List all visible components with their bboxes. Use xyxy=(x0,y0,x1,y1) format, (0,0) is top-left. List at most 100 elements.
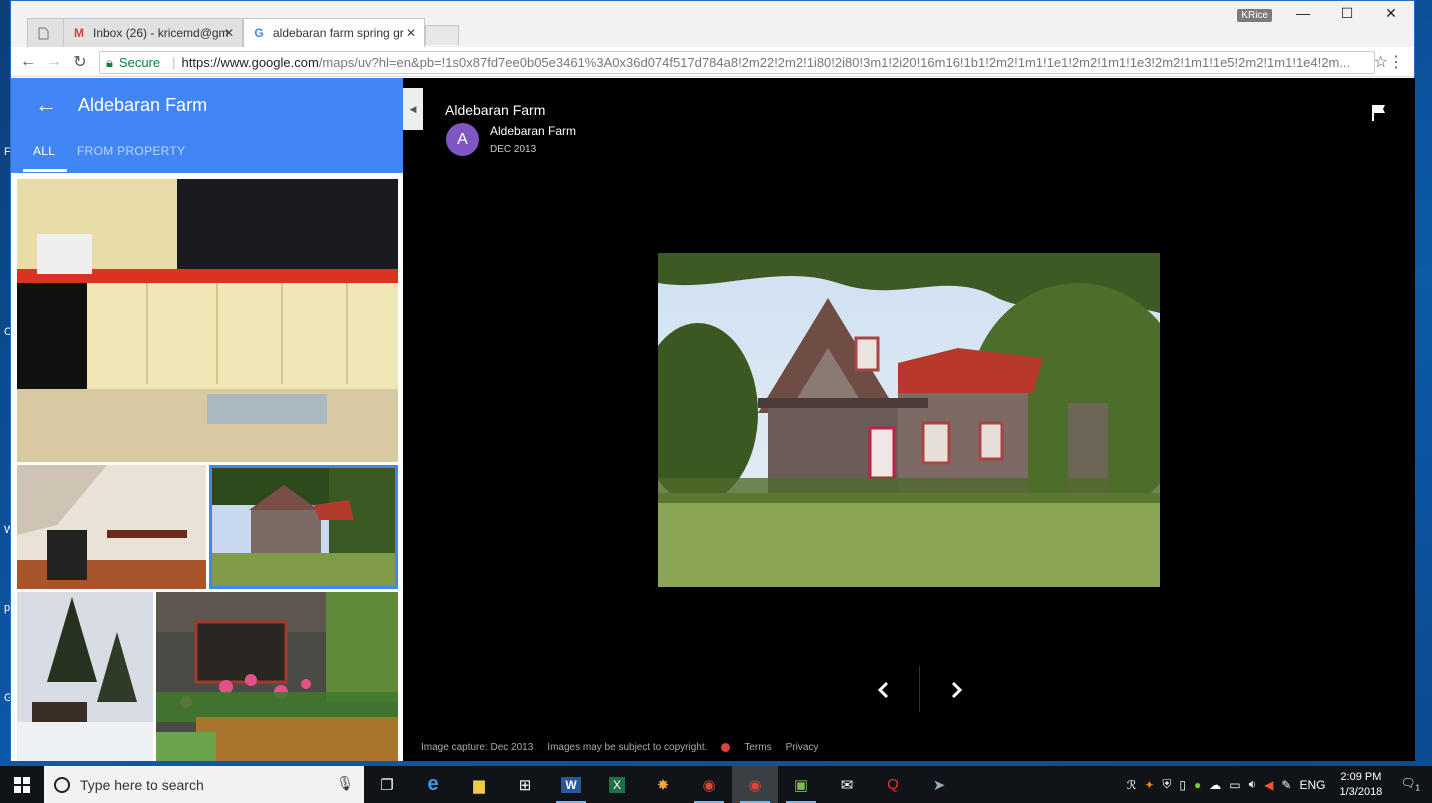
photo-thumbnail-room[interactable] xyxy=(17,465,206,589)
photo-panel: ← Aldebaran Farm ALL FROM PROPERTY xyxy=(11,78,403,761)
tab-all[interactable]: ALL xyxy=(33,144,55,158)
maximize-icon[interactable]: ☐ xyxy=(1332,5,1362,22)
chrome-icon[interactable]: ◉ xyxy=(732,766,778,803)
copyright-notice: Images may be subject to copyright. xyxy=(547,742,708,753)
room-photo xyxy=(17,465,206,589)
evernote-icon[interactable]: ▣ xyxy=(778,766,824,803)
divider xyxy=(919,666,920,712)
lock-icon: 🔒︎ xyxy=(106,54,113,70)
url-host: https://www.google.com xyxy=(181,55,319,70)
action-center-icon[interactable]: 🗨︎1 xyxy=(1400,776,1420,792)
edge-icon[interactable]: e xyxy=(410,766,456,803)
desktop-icon-labels: F C W p G xyxy=(0,0,14,760)
avatar[interactable]: A xyxy=(446,123,479,156)
secure-label: Secure xyxy=(118,55,161,70)
status-icon[interactable]: ● xyxy=(1194,778,1201,792)
photo-viewer: ◀ Aldebaran Farm A Aldebaran Farm DEC 20… xyxy=(403,78,1415,761)
minimize-icon[interactable]: — xyxy=(1288,5,1318,21)
windows-logo-icon xyxy=(14,776,30,793)
photo-thumbnail-winter[interactable] xyxy=(17,592,153,761)
back-arrow-icon[interactable]: ← xyxy=(35,92,57,118)
tab-from-property[interactable]: FROM PROPERTY xyxy=(77,144,185,158)
volume-icon[interactable]: 🔉︎ xyxy=(1249,777,1257,792)
collapse-panel-button[interactable]: ◀ xyxy=(403,88,423,130)
photo-author[interactable]: Aldebaran Farm xyxy=(490,124,576,138)
page-icon xyxy=(36,26,50,40)
photo-thumbnail-garden[interactable] xyxy=(156,592,398,761)
google-dot-icon xyxy=(721,743,731,752)
pen-icon[interactable]: ✎ xyxy=(1281,778,1291,792)
tab-label: Inbox (26) - kricemd@gm xyxy=(93,26,229,40)
file-explorer-icon[interactable]: ▆ xyxy=(456,766,502,803)
next-photo-button[interactable] xyxy=(939,675,975,705)
close-icon[interactable]: ✕ xyxy=(224,26,234,40)
chrome-app-icon[interactable]: ◉ xyxy=(686,766,732,803)
tab-maps-photos[interactable]: G aldebaran farm spring gr ✕ xyxy=(243,18,425,47)
main-photo[interactable] xyxy=(658,253,1160,587)
start-button[interactable] xyxy=(0,766,44,803)
garden-photo xyxy=(156,592,398,761)
google-icon: G xyxy=(254,26,264,40)
browser-toolbar: ← → ↻ 🔒︎ Secure | https://www.google.com… xyxy=(11,47,1414,77)
windows-taskbar: Type here to search 🎙︎ ❐ e ▆ ⊞ W X ✸ ◉ ◉… xyxy=(0,766,1432,803)
reload-icon[interactable]: ↻ xyxy=(67,52,93,72)
photo-thumbnail-kitchen[interactable] xyxy=(17,179,398,462)
clock[interactable]: 2:09 PM 1/3/2018 xyxy=(1339,770,1382,800)
alert-icon[interactable]: ◀ xyxy=(1264,778,1273,792)
panel-title: Aldebaran Farm xyxy=(78,95,208,115)
tab-blank[interactable] xyxy=(27,18,67,47)
previous-photo-button[interactable] xyxy=(865,675,901,705)
active-tab-indicator xyxy=(23,169,67,172)
quicken-icon[interactable]: Q xyxy=(870,766,916,803)
terms-link[interactable]: Terms xyxy=(744,742,771,753)
search-placeholder: Type here to search xyxy=(80,776,204,793)
forward-icon[interactable]: → xyxy=(41,53,67,71)
gmail-icon: M xyxy=(74,26,84,40)
word-icon[interactable]: W xyxy=(548,766,594,803)
microphone-icon[interactable]: 🎙︎ xyxy=(336,775,354,792)
mail-icon[interactable]: ✉ xyxy=(824,766,870,803)
tab-label: aldebaran farm spring gr xyxy=(273,26,404,40)
clock-date: 1/3/2018 xyxy=(1339,785,1383,798)
profile-button[interactable]: KRice xyxy=(1237,9,1272,22)
usb-icon[interactable]: ▯ xyxy=(1179,778,1186,792)
excel-icon[interactable]: X xyxy=(594,766,640,803)
system-tray: ℛ ✦ ⛨ ▯ ● ☁ ▭ 🔉︎ ◀ ✎ ENG 2:09 PM 1/3/201… xyxy=(1123,766,1432,803)
clock-time: 2:09 PM xyxy=(1340,770,1382,783)
viewer-footer: Image capture: Dec 2013 Images may be su… xyxy=(421,742,832,753)
shield-icon[interactable]: ⛨ xyxy=(1162,777,1171,792)
back-icon[interactable]: ← xyxy=(15,53,41,71)
address-bar[interactable]: 🔒︎ Secure | https://www.google.com/maps/… xyxy=(99,51,1375,74)
viewer-title: Aldebaran Farm xyxy=(445,102,546,118)
photos-app-icon[interactable]: ✸ xyxy=(640,766,686,803)
task-view-icon[interactable]: ❐ xyxy=(364,766,410,803)
close-icon[interactable]: ✕ xyxy=(406,26,416,40)
panel-header: ← Aldebaran Farm ALL FROM PROPERTY xyxy=(11,78,403,173)
network-icon[interactable]: ▭ xyxy=(1229,778,1240,792)
farmhouse-thumb-photo xyxy=(209,465,398,589)
photo-thumbnail-farmhouse[interactable] xyxy=(209,465,398,589)
store-icon[interactable]: ⊞ xyxy=(502,766,548,803)
taskbar-search-input[interactable]: Type here to search 🎙︎ xyxy=(44,766,364,803)
people-icon[interactable]: ℛ xyxy=(1127,778,1137,792)
privacy-link[interactable]: Privacy xyxy=(786,742,819,753)
tab-strip: M Inbox (26) - kricemd@gm ✕ G aldebaran … xyxy=(11,1,1414,47)
farmhouse-photo xyxy=(658,253,1160,587)
photo-date: DEC 2013 xyxy=(490,144,537,155)
close-window-icon[interactable]: ✕ xyxy=(1376,5,1406,22)
browser-window: M Inbox (26) - kricemd@gm ✕ G aldebaran … xyxy=(10,0,1415,761)
winter-photo xyxy=(17,592,153,761)
menu-icon[interactable]: ⋮ xyxy=(1388,52,1404,72)
bookmark-star-icon[interactable]: ☆ xyxy=(1374,52,1388,72)
url-path: /maps/uv?hl=en&pb=!1s0x87fd7ee0b05e3461%… xyxy=(318,55,1351,70)
cortana-icon xyxy=(54,776,70,793)
tab-gmail[interactable]: M Inbox (26) - kricemd@gm ✕ xyxy=(63,18,243,47)
flag-icon[interactable] xyxy=(1371,104,1387,127)
divider: | xyxy=(172,55,176,70)
kitchen-photo xyxy=(17,179,398,462)
firefox-tray-icon[interactable]: ✦ xyxy=(1144,778,1154,792)
new-tab-button[interactable] xyxy=(425,25,459,45)
language-indicator[interactable]: ENG xyxy=(1299,778,1325,792)
onedrive-icon[interactable]: ☁ xyxy=(1209,778,1221,792)
app-icon[interactable]: ➤ xyxy=(916,766,962,803)
